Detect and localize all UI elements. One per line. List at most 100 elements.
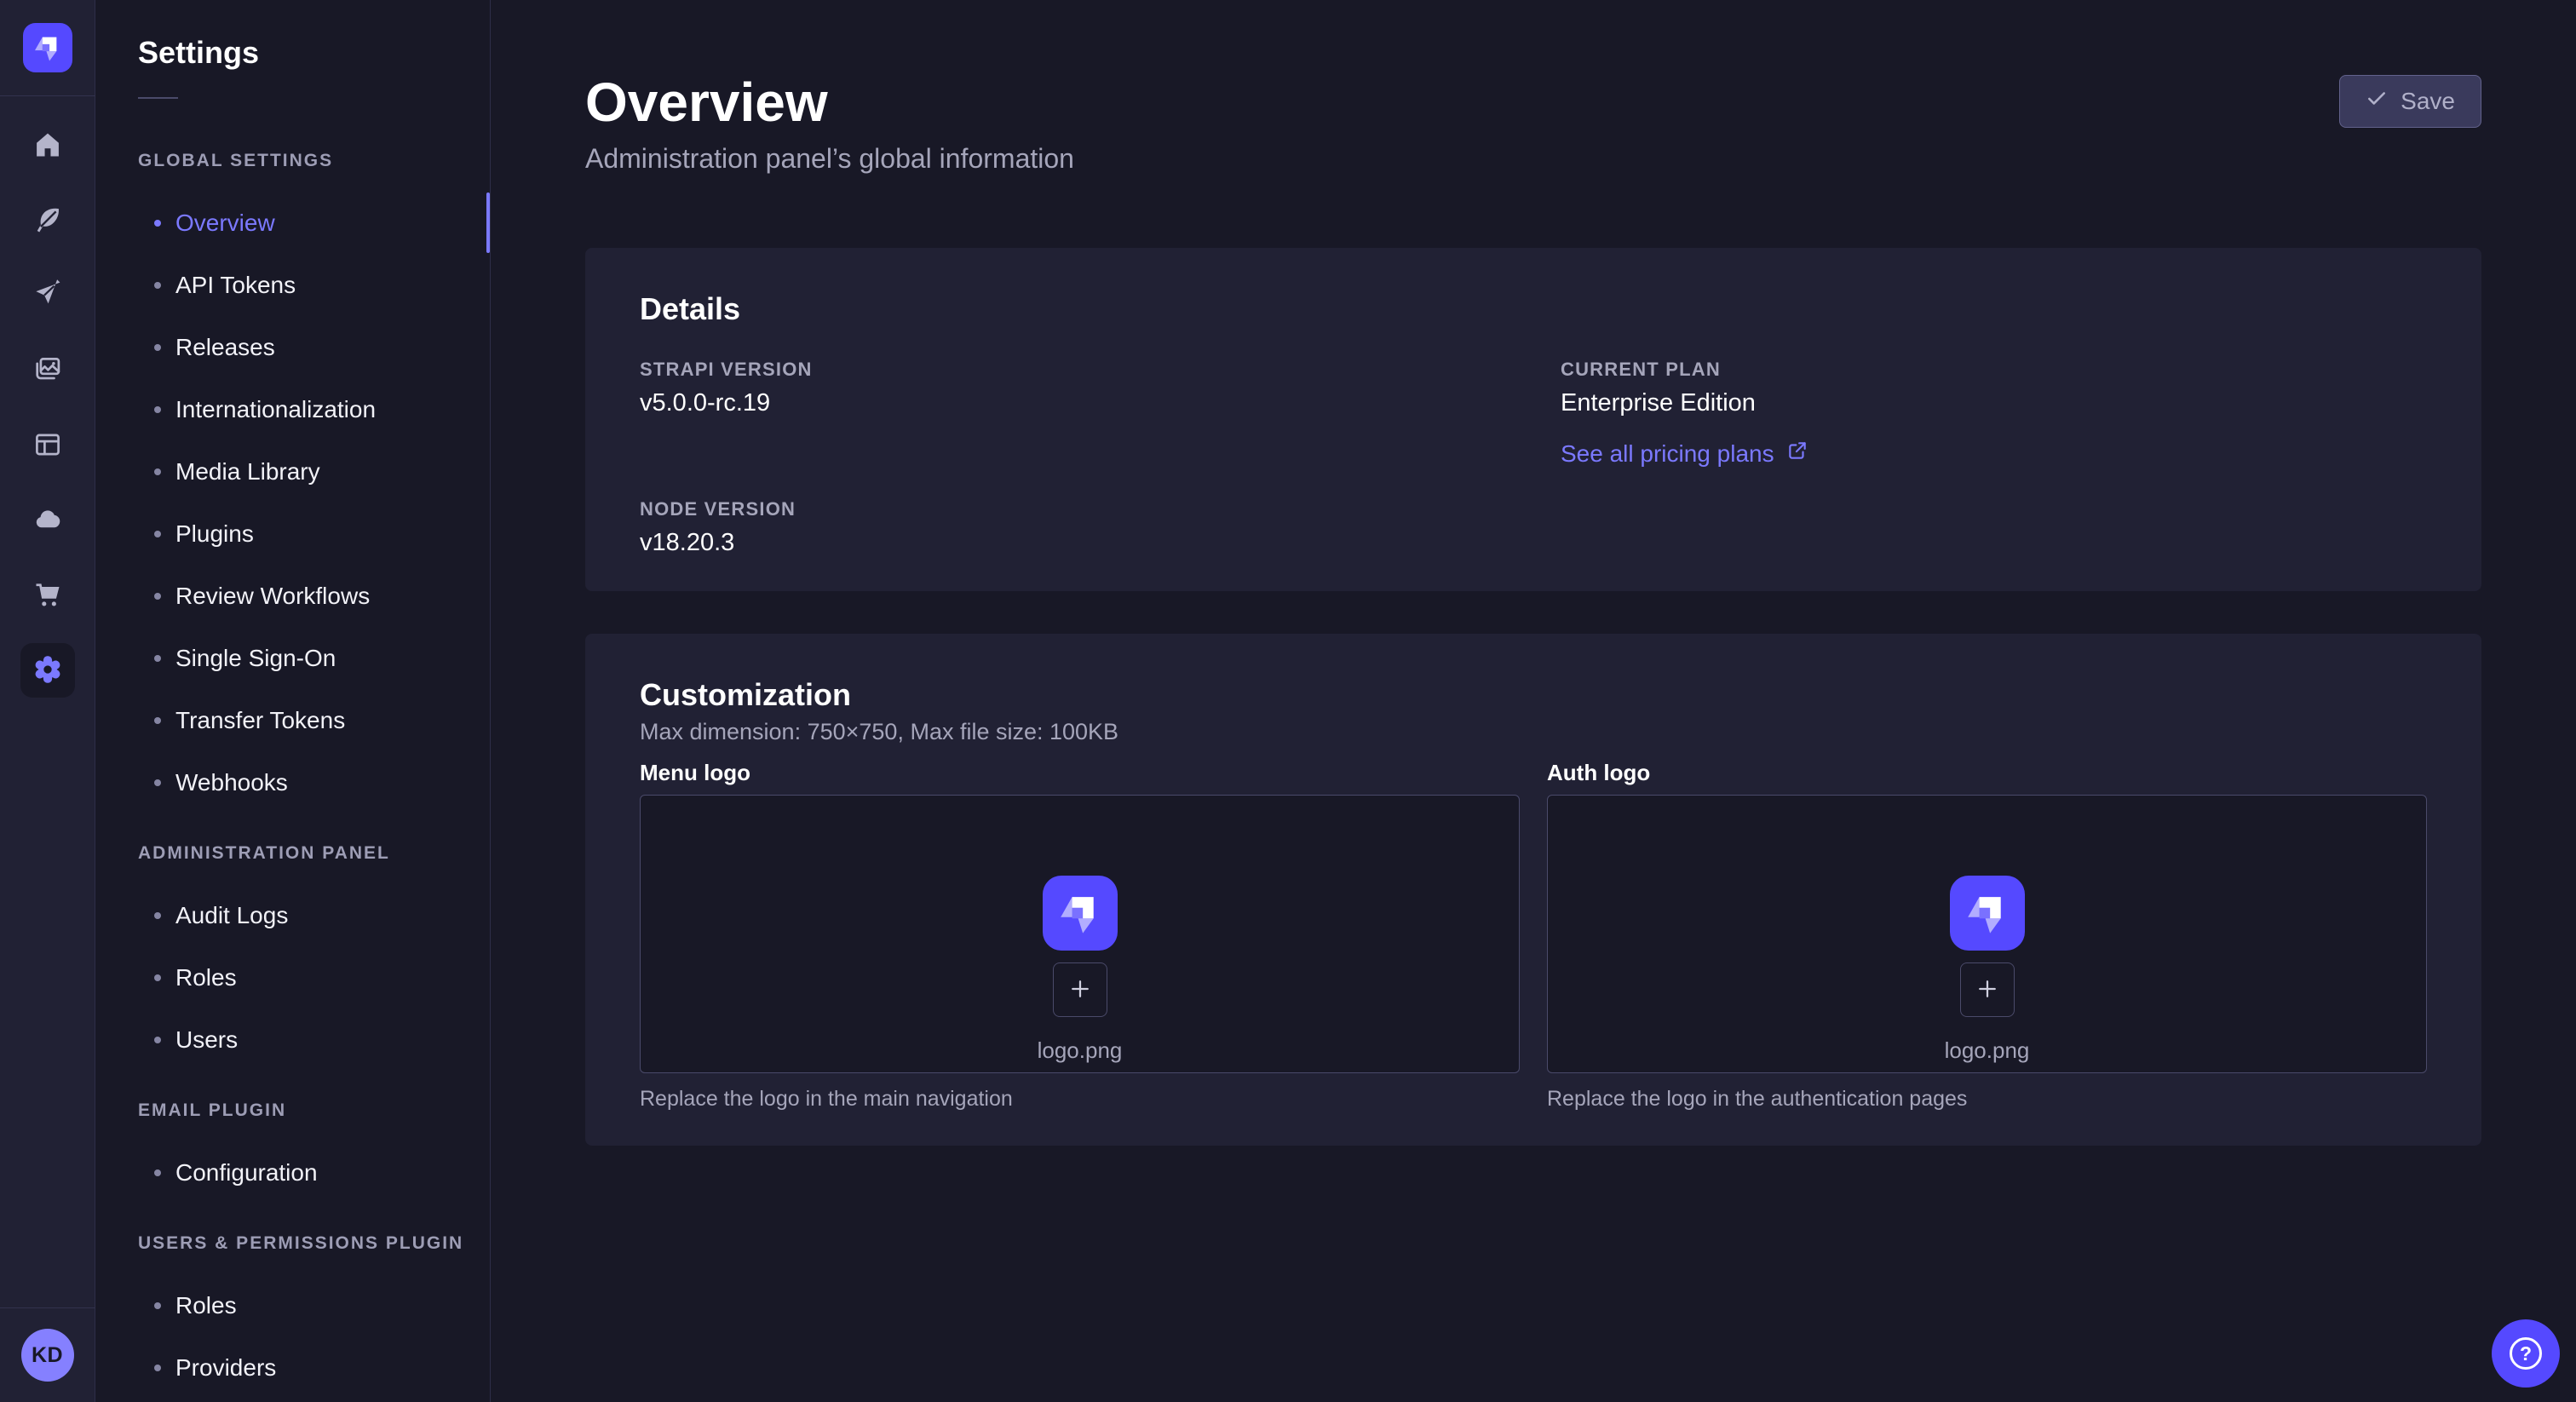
node-version-field: NODE VERSION v18.20.3 [640,498,1506,557]
cloud-icon [32,504,63,537]
bullet-icon [154,531,161,537]
sidebar-item-up-providers[interactable]: Providers [96,1336,490,1399]
sidebar-item-releases[interactable]: Releases [96,316,490,378]
nav-settings-button[interactable] [20,643,75,698]
nav-releases-button[interactable] [20,268,75,323]
page-title: Overview [585,72,1074,133]
details-card-title: Details [640,290,2427,328]
sidebar-item-audit-logs[interactable]: Audit Logs [96,884,490,946]
page-subtitle: Administration panel’s global informatio… [585,143,1074,175]
save-button-label: Save [2401,88,2455,115]
section-administration-panel: ADMINISTRATION PANEL [96,822,490,884]
home-icon [32,129,63,163]
menu-logo-label: Menu logo [640,759,1520,786]
current-plan-value: Enterprise Edition [1561,389,2427,417]
sidebar-item-label: Overview [175,210,275,237]
current-plan-label: CURRENT PLAN [1561,359,2427,381]
sidebar-item-internationalization[interactable]: Internationalization [96,378,490,440]
bullet-icon [154,344,161,351]
customization-card: Customization Max dimension: 750×750, Ma… [585,634,2481,1146]
external-link-icon [1786,440,1808,468]
rail-bottom-divider [0,1307,95,1308]
strapi-version-value: v5.0.0-rc.19 [640,389,1506,417]
menu-logo-dropzone[interactable]: logo.png [640,795,1520,1073]
menu-logo-field: Menu logo logo.png Replace the logo in t… [640,759,1520,1112]
help-button[interactable]: ? [2492,1319,2560,1388]
sidebar-item-label: Webhooks [175,769,288,796]
sidebar-item-transfer-tokens[interactable]: Transfer Tokens [96,689,490,751]
sidebar-item-label: API Tokens [175,272,296,299]
active-indicator [486,192,490,253]
bullet-icon [154,1037,161,1043]
auth-logo-dropzone[interactable]: logo.png [1547,795,2427,1073]
sidebar-item-plugins[interactable]: Plugins [96,503,490,565]
pricing-plans-link[interactable]: See all pricing plans [1561,440,1808,468]
nav-media-library-button[interactable] [20,343,75,398]
paper-plane-icon [32,279,63,313]
sidebar-item-label: Review Workflows [175,583,370,610]
layout-icon [32,429,63,463]
sidebar-item-up-roles[interactable]: Roles [96,1274,490,1336]
page-header: Overview Administration panel’s global i… [585,72,2481,175]
bullet-icon [154,1302,161,1309]
sidebar-item-email-configuration[interactable]: Configuration [96,1141,490,1204]
sidebar-item-label: Internationalization [175,396,376,423]
bullet-icon [154,282,161,289]
sidebar-item-review-workflows[interactable]: Review Workflows [96,565,490,627]
bullet-icon [154,912,161,919]
sidebar-item-label: Audit Logs [175,902,288,929]
sidebar-item-webhooks[interactable]: Webhooks [96,751,490,813]
nav-marketplace-button[interactable] [20,568,75,623]
bullet-icon [154,655,161,662]
sidebar-item-admin-users[interactable]: Users [96,1008,490,1071]
sidebar-item-label: Releases [175,334,275,361]
nav-content-type-builder-button[interactable] [20,418,75,473]
strapi-logo[interactable] [23,23,72,72]
sidebar-item-single-sign-on[interactable]: Single Sign-On [96,627,490,689]
sidebar-item-overview[interactable]: Overview [96,192,490,254]
gear-icon [32,654,63,687]
main-content: Overview Administration panel’s global i… [492,0,2576,1402]
user-avatar[interactable]: KD [21,1329,74,1382]
subnav-title-divider [138,97,178,99]
bullet-icon [154,717,161,724]
menu-logo-caption: Replace the logo in the main navigation [640,1087,1520,1112]
sidebar-item-media-library[interactable]: Media Library [96,440,490,503]
customization-card-subtitle: Max dimension: 750×750, Max file size: 1… [640,719,2427,745]
rail-divider [0,95,95,96]
nav-home-button[interactable] [20,118,75,173]
plus-icon [1975,976,2000,1004]
sidebar-item-admin-roles[interactable]: Roles [96,946,490,1008]
sidebar-item-label: Transfer Tokens [175,707,345,734]
sidebar-item-label: Single Sign-On [175,645,336,672]
bullet-icon [154,468,161,475]
sidebar-item-api-tokens[interactable]: API Tokens [96,254,490,316]
images-icon [32,354,63,388]
sidebar-item-label: Users [175,1026,238,1054]
bullet-icon [154,974,161,981]
sidebar-item-label: Roles [175,1292,237,1319]
bullet-icon [154,593,161,600]
auth-logo-label: Auth logo [1547,759,2427,786]
sidebar-item-label: Plugins [175,520,254,548]
rail-nav-items [20,118,75,698]
pricing-plans-link-label: See all pricing plans [1561,440,1774,468]
section-users-permissions-plugin: USERS & PERMISSIONS PLUGIN [96,1212,490,1274]
sidebar-item-label: Configuration [175,1159,318,1187]
auth-logo-add-button[interactable] [1960,962,2015,1017]
details-card: Details STRAPI VERSION v5.0.0-rc.19 CURR… [585,248,2481,591]
nav-content-manager-button[interactable] [20,193,75,248]
details-grid: STRAPI VERSION v5.0.0-rc.19 CURRENT PLAN… [640,359,2427,557]
subnav-title: Settings [96,0,490,72]
check-icon [2366,88,2388,116]
cart-icon [32,579,63,612]
sidebar-item-label: Providers [175,1354,276,1382]
feather-icon [32,204,63,238]
question-mark-icon: ? [2510,1337,2542,1370]
menu-logo-add-button[interactable] [1053,962,1107,1017]
nav-deploy-button[interactable] [20,493,75,548]
save-button[interactable]: Save [2339,75,2481,128]
plus-icon [1067,976,1093,1004]
bullet-icon [154,1169,161,1176]
sidebar-item-label: Media Library [175,458,320,486]
